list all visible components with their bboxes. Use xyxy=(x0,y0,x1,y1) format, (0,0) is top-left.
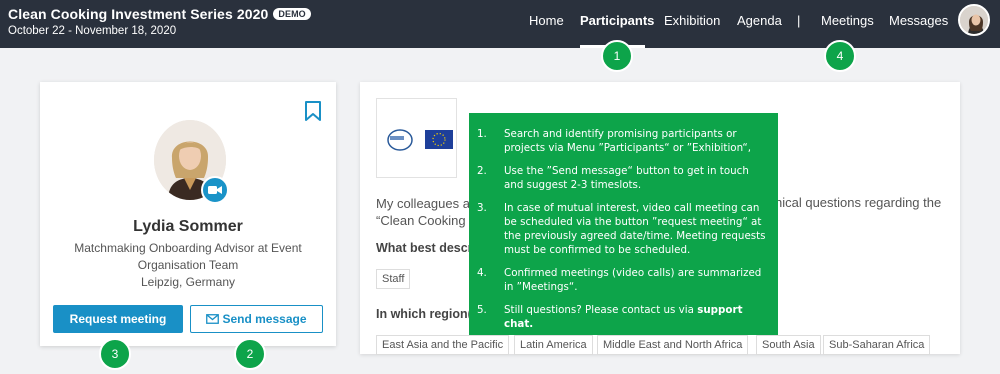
callout-bubble-4: 4 xyxy=(824,40,856,72)
instruction-text: Still questions? Please contact us via xyxy=(504,304,698,316)
nav-home[interactable]: Home xyxy=(529,13,564,28)
nav-agenda[interactable]: Agenda xyxy=(737,13,782,28)
video-call-icon xyxy=(201,176,229,204)
bookmark-icon[interactable] xyxy=(304,100,322,122)
region-tag: Middle East and North Africa xyxy=(597,335,749,355)
instruction-text: Use the ”Send message“ button to get in … xyxy=(504,165,749,191)
instruction-text: Confirmed meetings (video calls) are sum… xyxy=(504,267,762,293)
callout-bubble-2: 2 xyxy=(234,338,266,370)
nav-separator: | xyxy=(797,13,801,28)
instructions-overlay: 1. Search and identify promising particip… xyxy=(469,113,778,335)
callout-bubble-3: 3 xyxy=(99,338,131,370)
intro-text-start: My colleagues a xyxy=(376,196,470,211)
intro-text-end: nical questions regarding the xyxy=(775,195,942,210)
send-message-button[interactable]: Send message xyxy=(190,305,323,333)
nav-meetings[interactable]: Meetings xyxy=(821,13,874,28)
instruction-item: 2. Use the ”Send message“ button to get i… xyxy=(477,164,770,192)
region-tag: East Asia and the Pacific xyxy=(376,335,510,355)
instruction-number: 2. xyxy=(477,165,487,177)
instructions-list: 1. Search and identify promising particip… xyxy=(477,127,770,331)
instruction-number: 4. xyxy=(477,267,487,279)
instruction-text: In case of mutual interest, video call m… xyxy=(504,202,766,256)
profile-card: Lydia Sommer Matchmaking Onboarding Advi… xyxy=(40,82,336,346)
region-tag: South Asia xyxy=(756,335,821,355)
person-location: Leipzig, Germany xyxy=(140,275,236,289)
nav-participants[interactable]: Participants xyxy=(580,13,654,28)
top-navigation-bar: Clean Cooking Investment Series 2020 DEMO… xyxy=(0,0,1000,48)
tag-staff: Staff xyxy=(376,269,411,289)
organisation-logo-image xyxy=(377,99,456,177)
instruction-item: 1. Search and identify promising particip… xyxy=(477,127,770,155)
user-avatar[interactable] xyxy=(958,4,990,36)
intro-text-line2: “Clean Cooking I xyxy=(376,213,473,228)
person-name: Lydia Sommer xyxy=(133,218,243,235)
request-meeting-button[interactable]: Request meeting xyxy=(53,305,183,333)
person-role: Matchmaking Onboarding Advisor at Event … xyxy=(74,241,302,272)
instruction-number: 3. xyxy=(477,202,487,214)
question-regions: In which region(s xyxy=(376,307,479,321)
send-message-label: Send message xyxy=(222,312,307,326)
nav-exhibition[interactable]: Exhibition xyxy=(664,13,720,28)
nav-messages[interactable]: Messages xyxy=(889,13,948,28)
instruction-text: Search and identify promising participan… xyxy=(504,128,751,154)
callout-bubble-1: 1 xyxy=(601,40,633,72)
main-nav: Home Participants Exhibition Agenda | Me… xyxy=(0,0,1000,48)
question-description: What best descr xyxy=(376,241,473,255)
region-tag: Sub-Saharan Africa xyxy=(823,335,931,355)
instruction-item: 4. Confirmed meetings (video calls) are s… xyxy=(477,266,770,294)
organisation-logo xyxy=(376,98,457,178)
region-tag: Latin America xyxy=(514,335,593,355)
instruction-item: 5. Still questions? Please contact us via… xyxy=(477,303,770,331)
instruction-item: 3. In case of mutual interest, video call… xyxy=(477,201,770,257)
instruction-number: 1. xyxy=(477,128,487,140)
envelope-icon xyxy=(206,314,220,324)
instruction-number: 5. xyxy=(477,304,487,316)
